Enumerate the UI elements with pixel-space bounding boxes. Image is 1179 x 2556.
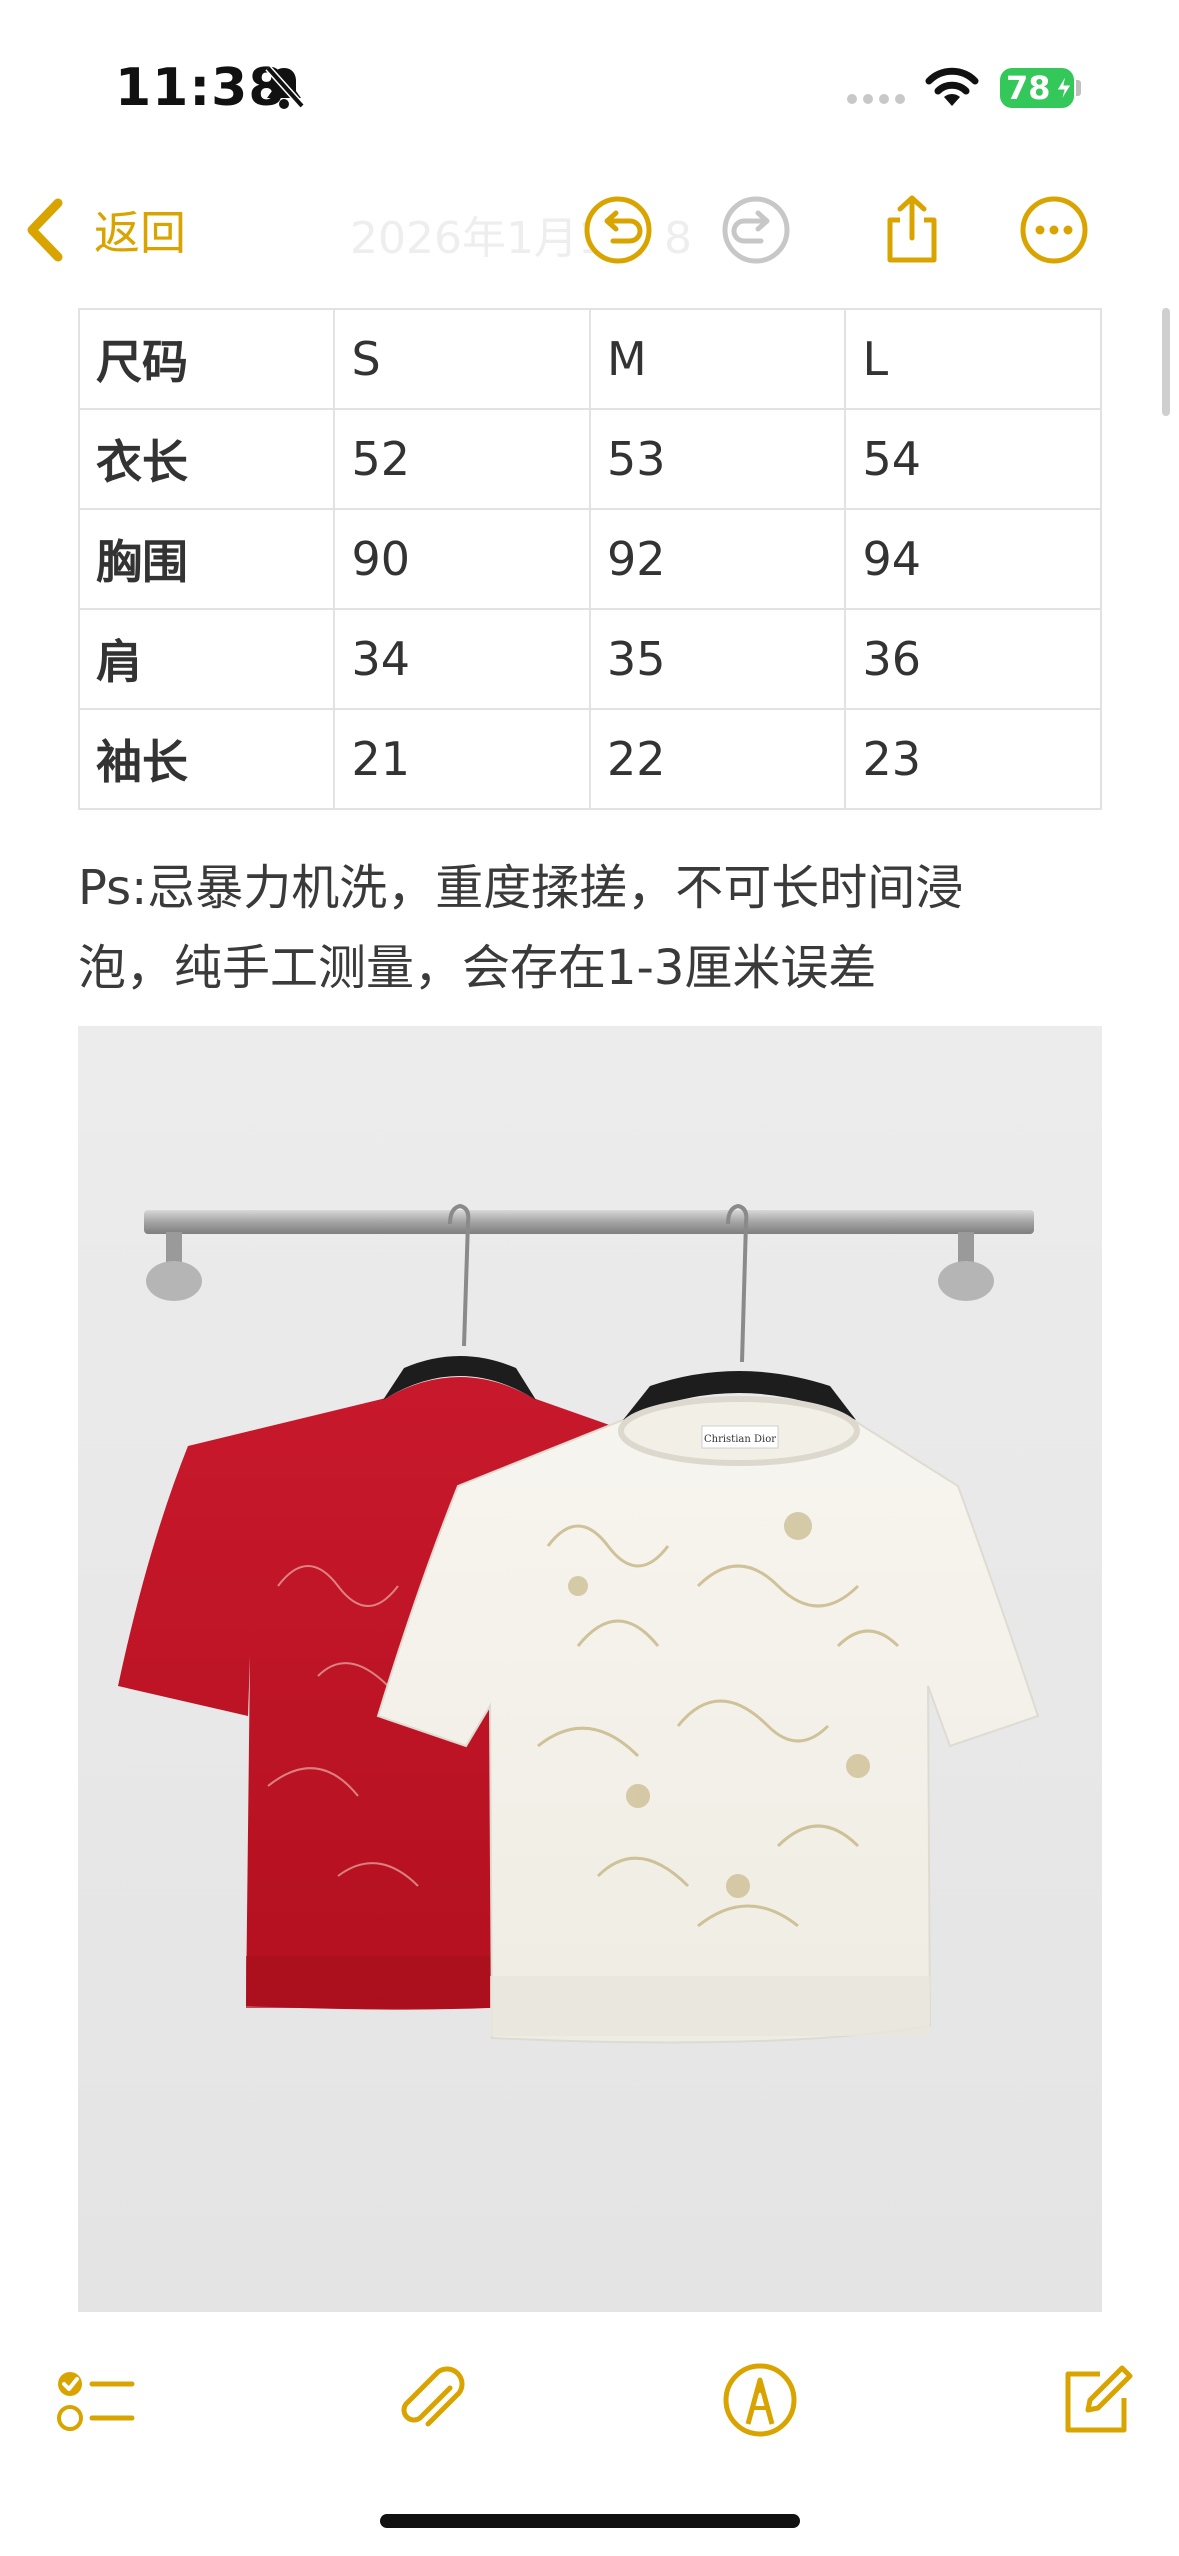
compose-button[interactable]	[1046, 2350, 1146, 2450]
table-cell: 35	[588, 608, 847, 710]
table-cell: 34	[333, 608, 591, 710]
battery-charging-icon	[1056, 75, 1072, 101]
table-row: 胸围 90 92 94	[77, 508, 1102, 610]
garment-label: Christian Dior	[704, 1434, 776, 1445]
scroll-indicator[interactable]	[1162, 308, 1170, 416]
note-line: Ps:忌暴力机洗，重度揉搓，不可长时间浸	[78, 860, 964, 916]
share-button[interactable]	[862, 180, 962, 280]
bell-slash-icon	[265, 65, 305, 109]
table-cell: 21	[333, 708, 591, 810]
table-cell: 胸围	[77, 508, 336, 610]
redo-icon	[722, 196, 790, 264]
table-cell: S	[333, 308, 591, 410]
note-line: 泡，纯手工测量，会存在1-3厘米误差	[78, 940, 877, 996]
markup-button[interactable]	[710, 2350, 810, 2450]
table-cell: 36	[844, 608, 1102, 710]
table-row: 袖长 21 22 23	[77, 708, 1102, 810]
table-cell: 23	[844, 708, 1102, 810]
table-cell: L	[844, 308, 1102, 410]
table-cell: 尺码	[77, 308, 336, 410]
table-cell: 53	[588, 408, 847, 510]
share-icon	[887, 195, 937, 263]
back-label: 返回	[94, 206, 186, 260]
more-icon	[1020, 196, 1088, 264]
battery-indicator: 78	[1000, 68, 1074, 108]
chevron-left-icon	[27, 198, 63, 262]
table-row: 肩 34 35 36	[77, 608, 1102, 710]
table-row: 尺码 S M L	[77, 308, 1102, 410]
wifi-icon	[925, 67, 979, 106]
note-text[interactable]: Ps:忌暴力机洗，重度揉搓，不可长时间浸 泡，纯手工测量，会存在1-3厘米误差	[78, 848, 1118, 1008]
redo-button[interactable]	[706, 180, 806, 280]
table-cell: M	[588, 308, 847, 410]
status-bar: 11:38 78	[0, 0, 1179, 170]
status-time: 11:38	[115, 58, 286, 118]
battery-tip	[1076, 80, 1081, 96]
product-photo[interactable]: Christian Dior	[78, 1026, 1102, 2312]
table-cell: 52	[333, 408, 591, 510]
nav-bar: 返回 2026年1月1日 8	[0, 180, 1179, 280]
clothes-rail	[144, 1210, 1034, 1301]
table-cell: 衣长	[77, 408, 336, 510]
table-cell: 肩	[77, 608, 336, 710]
more-button[interactable]	[1004, 180, 1104, 280]
checklist-icon	[57, 2372, 135, 2431]
table-cell: 94	[844, 508, 1102, 610]
markup-pen-icon	[723, 2363, 797, 2437]
attachment-button[interactable]	[380, 2350, 480, 2450]
size-table: 尺码 S M L 衣长 52 53 54 胸围 90 92 94 肩 34 35…	[77, 308, 1102, 810]
home-indicator[interactable]	[380, 2514, 800, 2528]
battery-percent: 78	[1006, 69, 1051, 107]
paperclip-icon	[401, 2366, 465, 2427]
table-cell: 54	[844, 408, 1102, 510]
compose-icon	[1065, 2365, 1133, 2433]
table-cell: 22	[588, 708, 847, 810]
product-photo-illustration: Christian Dior	[118, 1203, 1040, 2044]
table-cell: 92	[588, 508, 847, 610]
table-cell: 90	[333, 508, 591, 610]
checklist-button[interactable]	[44, 2350, 144, 2450]
undo-button[interactable]	[568, 180, 668, 280]
table-cell: 袖长	[77, 708, 336, 810]
undo-icon	[584, 196, 652, 264]
table-row: 衣长 52 53 54	[77, 408, 1102, 510]
cellular-signal-icon	[847, 94, 905, 104]
back-button[interactable]: 返回	[22, 192, 186, 268]
bottom-toolbar	[0, 2330, 1179, 2470]
